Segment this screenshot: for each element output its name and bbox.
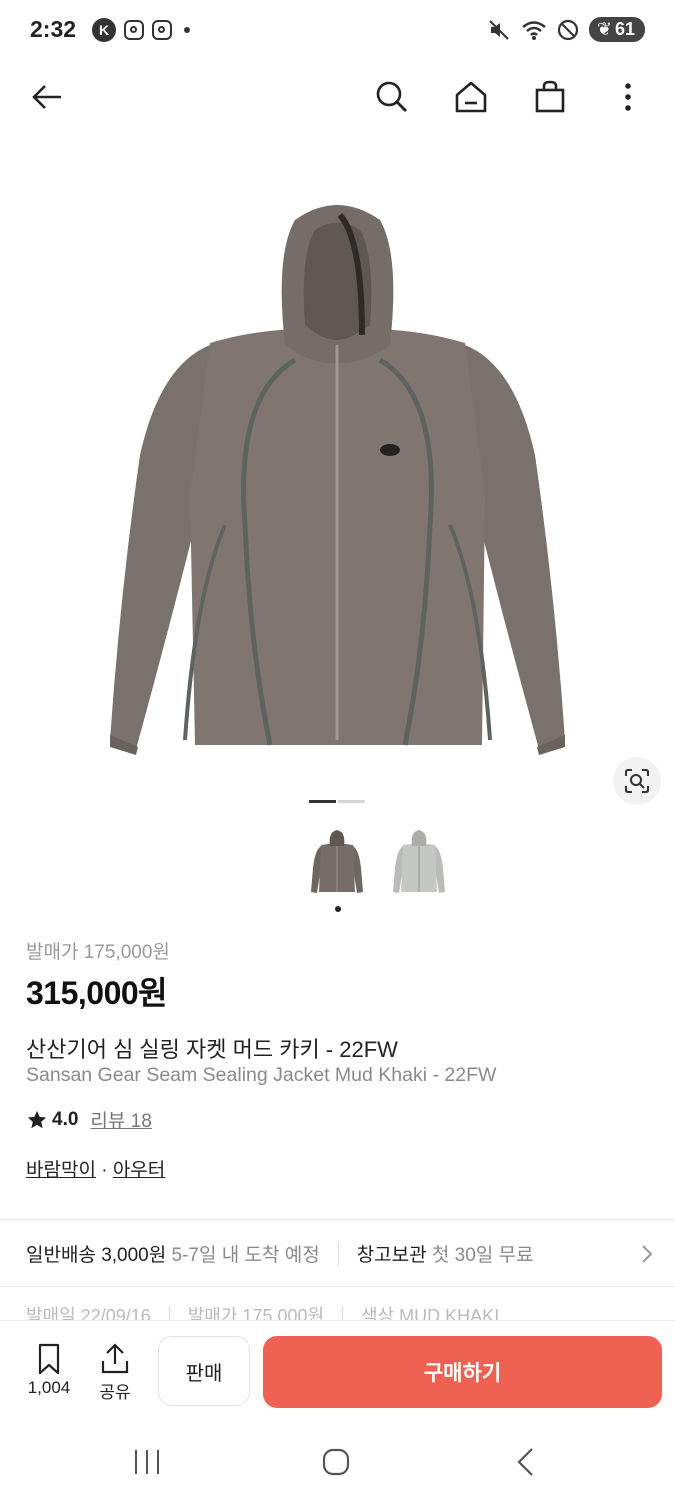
image-search-button[interactable] bbox=[613, 757, 661, 805]
home-icon bbox=[455, 81, 487, 113]
do-not-disturb-icon bbox=[557, 19, 578, 40]
search-icon bbox=[376, 81, 407, 112]
more-vertical-icon bbox=[625, 83, 631, 111]
instagram-icon bbox=[124, 20, 144, 40]
share-label: 공유 bbox=[99, 1383, 131, 1402]
more-options-button[interactable] bbox=[605, 74, 651, 120]
back-button[interactable] bbox=[24, 74, 70, 120]
cart-button[interactable] bbox=[527, 74, 573, 120]
back-arrow-icon bbox=[32, 85, 61, 109]
sell-button[interactable]: 판매 bbox=[158, 1336, 250, 1406]
shipping-label: 일반배송 bbox=[26, 1245, 96, 1266]
bookmark-button[interactable]: 1,004 bbox=[22, 1343, 76, 1398]
search-button[interactable] bbox=[369, 74, 415, 120]
leaf-icon: ❦ bbox=[596, 19, 612, 39]
storage-detail: 첫 30일 무료 bbox=[431, 1245, 534, 1266]
shipping-fee: 3,000원 bbox=[101, 1245, 167, 1266]
carousel-indicator-active bbox=[309, 800, 336, 803]
back-nav-icon[interactable] bbox=[512, 1446, 540, 1478]
divider bbox=[0, 1286, 675, 1287]
bookmark-icon bbox=[38, 1343, 60, 1375]
home-button[interactable] bbox=[448, 74, 494, 120]
shipping-eta: 5-7일 내 도착 예정 bbox=[171, 1245, 320, 1266]
categories: 바람막이 · 아우터 bbox=[26, 1155, 165, 1182]
recent-apps-icon[interactable] bbox=[130, 1447, 164, 1477]
carousel-indicator bbox=[338, 800, 365, 803]
star-icon bbox=[27, 1110, 47, 1128]
k-app-icon: K bbox=[92, 18, 116, 42]
product-title-en: Sansan Gear Seam Sealing Jacket Mud Khak… bbox=[26, 1064, 497, 1086]
buy-button[interactable]: 구매하기 bbox=[263, 1336, 662, 1408]
divider bbox=[0, 1219, 675, 1220]
storage-label: 창고보관 bbox=[356, 1245, 427, 1266]
release-price: 발매가 175,000원 bbox=[26, 942, 170, 963]
rating: 4.0 리뷰 18 bbox=[26, 1106, 152, 1133]
mute-icon bbox=[489, 19, 509, 40]
wifi-icon bbox=[522, 20, 546, 40]
separator bbox=[337, 1241, 339, 1266]
category-link-outer[interactable]: 아우터 bbox=[113, 1160, 165, 1181]
more-notifications-dot-icon bbox=[184, 27, 190, 33]
current-price: 315,000원 bbox=[26, 975, 168, 1011]
category-link-windbreaker[interactable]: 바람막이 bbox=[26, 1160, 96, 1181]
thumbnail-grey[interactable] bbox=[389, 828, 449, 896]
share-icon bbox=[101, 1343, 129, 1374]
lens-icon bbox=[625, 769, 649, 793]
shipping-row[interactable]: 일반배송 3,000원 5-7일 내 도착 예정 창고보관 첫 30일 무료 bbox=[26, 1240, 656, 1267]
rating-score: 4.0 bbox=[52, 1108, 79, 1130]
status-system-icons: ❦ 61 bbox=[487, 17, 645, 42]
status-time: 2:32 bbox=[30, 16, 77, 42]
chevron-right-icon bbox=[642, 1244, 653, 1263]
battery-level: 61 bbox=[614, 19, 635, 39]
instagram-icon bbox=[152, 20, 172, 40]
product-title-ko: 산산기어 심 실링 자켓 머드 카키 - 22FW bbox=[26, 1037, 398, 1062]
home-nav-icon[interactable] bbox=[320, 1446, 352, 1478]
thumbnail-mud-khaki[interactable] bbox=[307, 828, 367, 896]
reviews-link[interactable]: 리뷰 18 bbox=[90, 1106, 151, 1133]
share-button[interactable]: 공유 bbox=[90, 1343, 140, 1403]
shopping-bag-icon bbox=[535, 80, 565, 113]
status-notification-icons: K bbox=[92, 18, 190, 42]
category-separator: · bbox=[95, 1160, 113, 1181]
product-image-jacket[interactable] bbox=[100, 195, 575, 765]
selected-thumbnail-dot bbox=[335, 906, 341, 912]
battery-indicator: ❦ 61 bbox=[588, 17, 645, 42]
bookmark-count: 1,004 bbox=[27, 1378, 71, 1397]
